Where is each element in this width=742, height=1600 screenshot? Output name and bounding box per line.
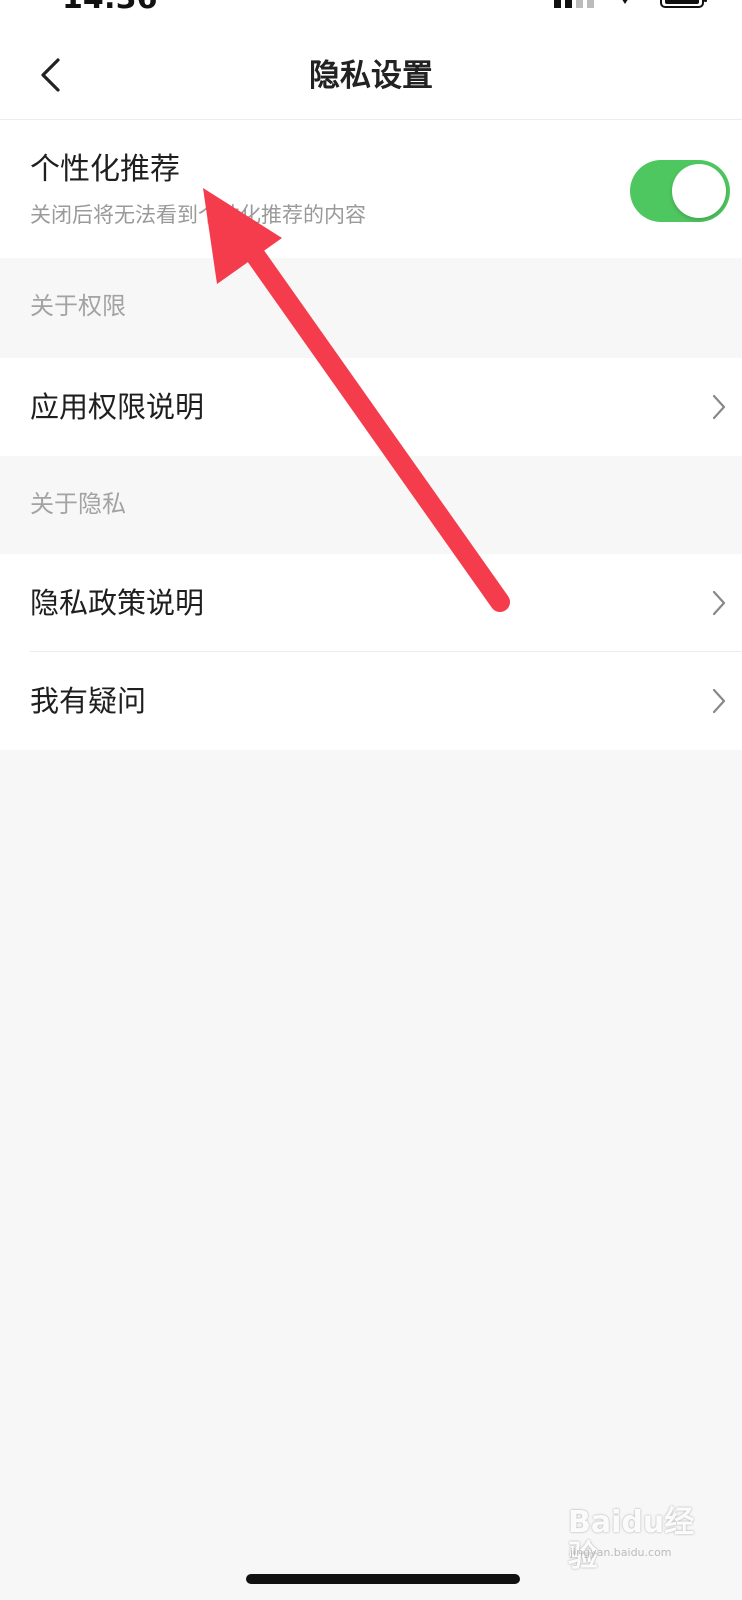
- questions-row[interactable]: 我有疑问: [0, 652, 742, 750]
- toggle-knob: [672, 164, 726, 218]
- chevron-right-icon: [712, 394, 726, 420]
- section-header-privacy: 关于隐私: [0, 456, 742, 554]
- app-permissions-row[interactable]: 应用权限说明: [0, 358, 742, 456]
- cellular-signal-icon: [554, 0, 594, 8]
- questions-label: 我有疑问: [30, 684, 147, 718]
- watermark-url: jingyan.baidu.com: [570, 1546, 672, 1559]
- chevron-right-icon: [712, 688, 726, 714]
- app-permissions-label: 应用权限说明: [30, 390, 205, 424]
- personalized-recommendation-title: 个性化推荐: [30, 152, 180, 187]
- status-bar: 14:36: [0, 0, 742, 30]
- baidu-watermark: Baidu经验 jingyan.baidu.com: [568, 1506, 708, 1574]
- section-header-permissions-label: 关于权限: [30, 292, 126, 320]
- wifi-icon: [622, 0, 628, 4]
- battery-icon: [660, 0, 707, 8]
- watermark-logo: Baidu经验: [568, 1505, 695, 1574]
- top-area: 14:36 隐私设置: [0, 0, 742, 120]
- chevron-right-icon: [712, 590, 726, 616]
- section-header-privacy-label: 关于隐私: [30, 490, 126, 518]
- home-indicator[interactable]: [246, 1574, 520, 1584]
- personalized-recommendation-toggle[interactable]: [630, 160, 730, 222]
- page-title: 隐私设置: [309, 58, 433, 94]
- privacy-policy-label: 隐私政策说明: [30, 586, 205, 620]
- status-time: 14:36: [62, 0, 158, 14]
- privacy-policy-row[interactable]: 隐私政策说明: [0, 554, 742, 652]
- personalized-recommendation-row: 个性化推荐 关闭后将无法看到个性化推荐的内容: [0, 120, 742, 258]
- navigation-bar: 隐私设置: [0, 30, 742, 120]
- section-header-permissions: 关于权限: [0, 258, 742, 358]
- personalized-recommendation-description: 关闭后将无法看到个性化推荐的内容: [30, 203, 366, 227]
